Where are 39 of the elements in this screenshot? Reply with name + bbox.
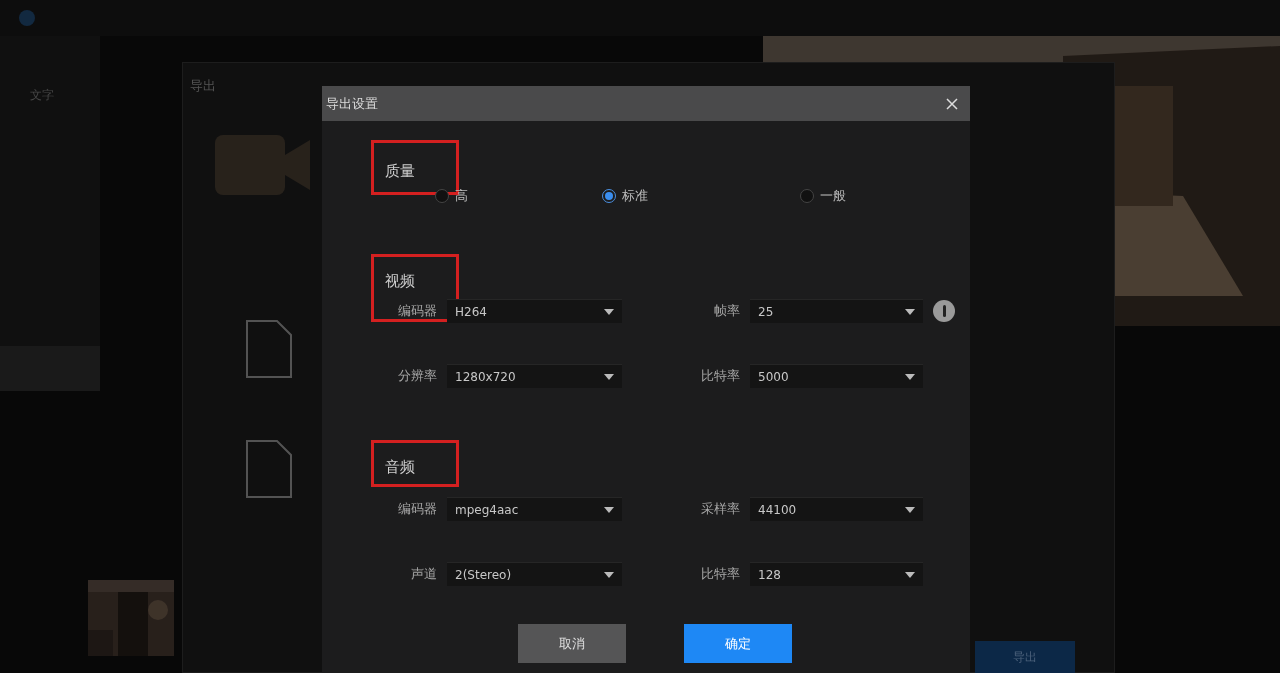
dialog-title: 导出设置 (326, 94, 378, 113)
dropdown[interactable]: 44100 (750, 497, 923, 521)
field-label: 声道 (410, 565, 437, 584)
info-icon[interactable] (933, 300, 955, 322)
caret-icon (604, 571, 614, 578)
field-label: 编码器 (397, 500, 437, 519)
field-label: 分辨率 (397, 367, 437, 386)
field-label: 比特率 (700, 565, 740, 584)
app-logo-icon (18, 9, 36, 27)
radio-option[interactable]: 一般 (800, 186, 846, 206)
dropdown[interactable]: 5000 (750, 364, 923, 388)
panel-title: 导出 (190, 77, 216, 95)
field-label: 采样率 (700, 500, 740, 519)
cancel-button[interactable]: 取消 (518, 624, 626, 663)
dropdown[interactable]: 25 (750, 299, 923, 323)
confirm-button[interactable]: 确定 (684, 624, 792, 663)
dropdown[interactable]: 2(Stereo) (447, 562, 622, 586)
caret-icon (905, 571, 915, 578)
section-heading: 视频 (385, 272, 415, 290)
dropdown[interactable]: 1280x720 (447, 364, 622, 388)
field-label: 比特率 (700, 367, 740, 386)
file-icon (244, 438, 294, 500)
caret-icon (604, 506, 614, 513)
caret-icon (604, 373, 614, 380)
radio-option[interactable]: 标准 (602, 186, 648, 206)
file-icon (244, 318, 294, 380)
caret-icon (604, 308, 614, 315)
caret-icon (905, 506, 915, 513)
dropdown[interactable]: 128 (750, 562, 923, 586)
dropdown[interactable]: H264 (447, 299, 622, 323)
caret-icon (905, 373, 915, 380)
radio-option[interactable]: 高 (435, 186, 468, 206)
section-heading: 音频 (385, 458, 415, 476)
close-icon[interactable] (946, 97, 958, 110)
dropdown[interactable]: mpeg4aac (447, 497, 622, 521)
field-label: 编码器 (397, 302, 437, 321)
field-label: 帧率 (713, 302, 740, 321)
caret-icon (905, 308, 915, 315)
section-heading: 质量 (385, 162, 415, 180)
